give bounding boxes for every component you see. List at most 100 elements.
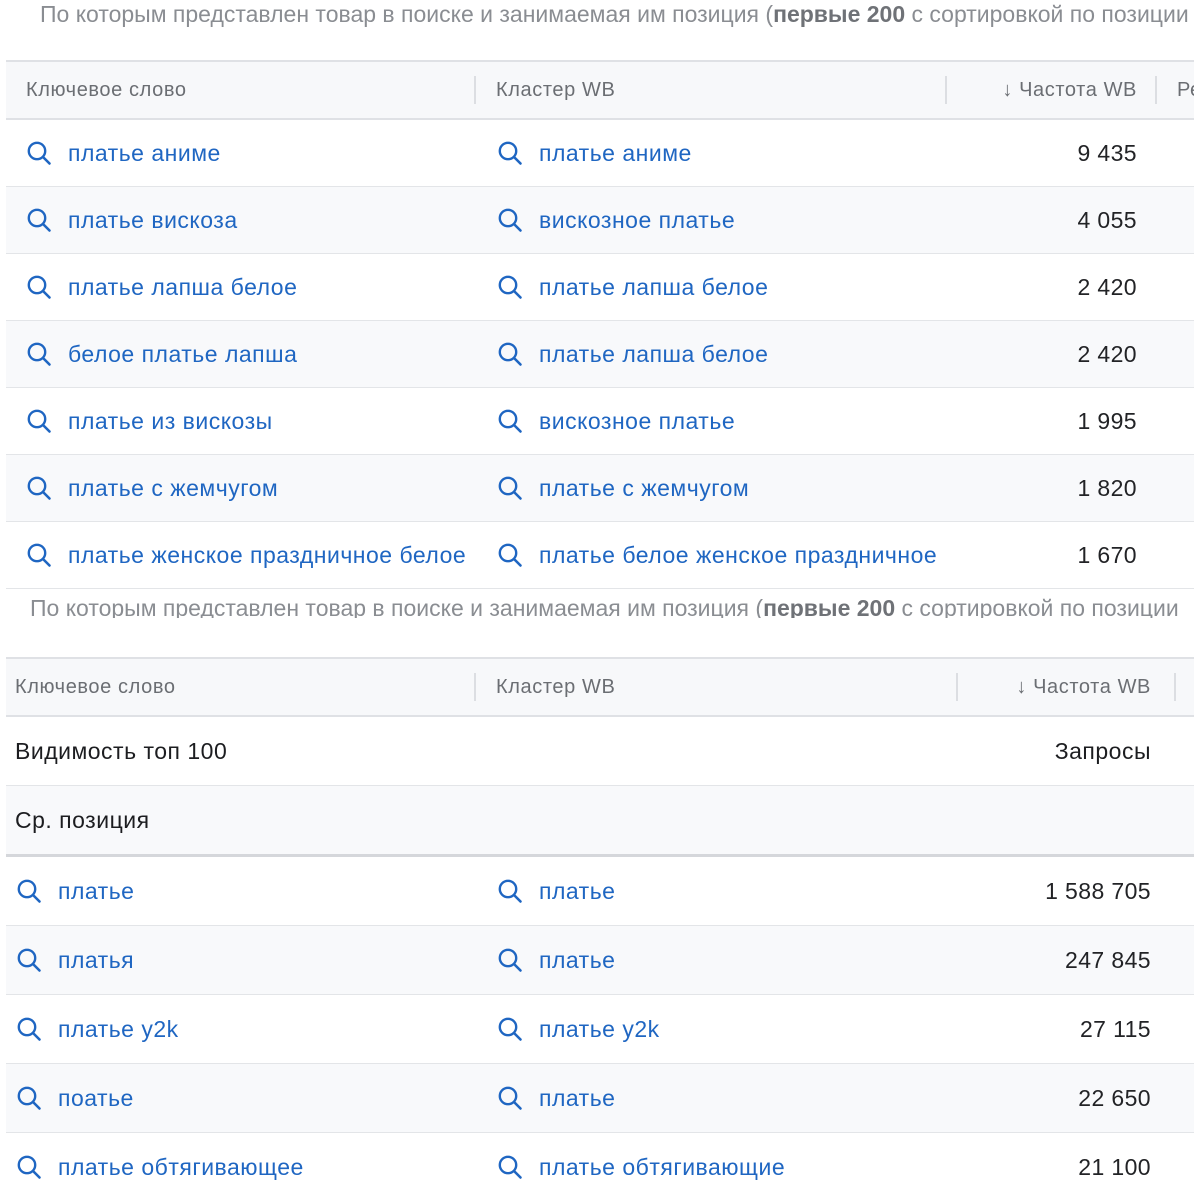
search-icon[interactable] (497, 140, 523, 166)
cluster-link[interactable]: платье с жемчугом (539, 455, 945, 521)
cluster-link[interactable]: вискозное платье (539, 187, 945, 253)
header-keyword[interactable]: Ключевое слово (26, 62, 466, 118)
table-row: платье из вискозы вискозное платье 1 995 (6, 388, 1194, 455)
frequency-value: 22 650 (1078, 1085, 1151, 1111)
header-frequency-sorted[interactable]: ↓ Частота WB (976, 659, 1151, 715)
table-body: платье платье 1 588 705 платья платье 247 845… (6, 857, 1194, 1200)
search-icon[interactable] (26, 207, 52, 233)
search-icon[interactable] (497, 1085, 523, 1111)
search-icon[interactable] (497, 1154, 523, 1180)
search-icon[interactable] (16, 1085, 42, 1111)
header-cluster[interactable]: Кластер WB (496, 62, 936, 118)
frequency-value: 4 055 (1077, 207, 1137, 233)
caption-prefix: По которым представлен товар в поиске и … (40, 1, 774, 27)
frequency-value: 27 115 (1079, 1016, 1151, 1042)
frequency-value: 1 670 (1077, 542, 1137, 568)
frequency-value: 1 995 (1077, 408, 1137, 434)
frequency-value: 1 820 (1077, 475, 1137, 501)
keywords-table-2: Ключевое слово Кластер WB ↓ Частота WB В… (6, 657, 1194, 1200)
requests-label: Запросы (1054, 738, 1151, 764)
search-icon[interactable] (497, 408, 523, 434)
table-row: платье женское праздничное белое платье б… (6, 522, 1194, 589)
search-icon[interactable] (497, 947, 523, 973)
keyword-link[interactable]: поатье (58, 1064, 464, 1132)
cluster-link[interactable]: платье белое женское праздничное (539, 522, 945, 588)
keyword-link[interactable]: платье из вискозы (68, 388, 474, 454)
caption-bold: первые 200 (763, 595, 896, 618)
search-icon[interactable] (26, 274, 52, 300)
search-icon[interactable] (497, 274, 523, 300)
column-separator[interactable] (474, 76, 476, 104)
search-icon[interactable] (16, 1016, 42, 1042)
cluster-link[interactable]: платье аниме (539, 120, 945, 186)
keyword-link[interactable]: платье y2k (58, 995, 464, 1063)
avg-position-label: Ср. позиция (15, 807, 150, 833)
visibility-top100-label: Видимость топ 100 (15, 738, 228, 764)
table-header: Ключевое слово Кластер WB ↓ Частота WB (6, 657, 1194, 717)
table-row: белое платье лапша платье лапша белое 2 42… (6, 321, 1194, 388)
table-row: платье аниме платье аниме 9 435 (6, 120, 1194, 187)
keyword-link[interactable]: платье вискоза (68, 187, 474, 253)
frequency-value: 21 100 (1078, 1154, 1151, 1180)
search-icon[interactable] (26, 341, 52, 367)
table-row: платье платье 1 588 705 (6, 857, 1194, 926)
column-separator[interactable] (945, 76, 947, 104)
table1-caption: По которым представлен товар в поиске и … (40, 0, 1200, 28)
cluster-link[interactable]: платье y2k (539, 995, 945, 1063)
keyword-link[interactable]: платья (58, 926, 464, 994)
search-icon[interactable] (497, 1016, 523, 1042)
summary-visibility-row: Видимость топ 100 Запросы (6, 717, 1194, 786)
search-icon[interactable] (26, 475, 52, 501)
frequency-value: 2 420 (1077, 274, 1137, 300)
cluster-link[interactable]: платье (539, 857, 945, 925)
keyword-link[interactable]: платье женское праздничное белое (68, 522, 474, 588)
column-separator[interactable] (956, 673, 958, 701)
search-icon[interactable] (26, 408, 52, 434)
cluster-link[interactable]: платье (539, 926, 945, 994)
keyword-link[interactable]: платье (58, 857, 464, 925)
header-cluster[interactable]: Кластер WB (496, 659, 936, 715)
frequency-value: 247 845 (1065, 947, 1151, 973)
search-icon[interactable] (16, 1154, 42, 1180)
keyword-link[interactable]: платье обтягивающее (58, 1133, 464, 1200)
search-icon[interactable] (16, 878, 42, 904)
header-next-column[interactable]: Ре (1177, 62, 1194, 118)
cluster-link[interactable]: вискозное платье (539, 388, 945, 454)
header-keyword[interactable]: Ключевое слово (15, 659, 455, 715)
keyword-link[interactable]: белое платье лапша (68, 321, 474, 387)
table-row: платье с жемчугом платье с жемчугом 1 820 (6, 455, 1194, 522)
keywords-table-1: Ключевое слово Кластер WB ↓ Частота WB Р… (6, 60, 1194, 589)
header-frequency-sorted[interactable]: ↓ Частота WB (966, 62, 1137, 118)
keyword-link[interactable]: платье лапша белое (68, 254, 474, 320)
caption-suffix: с сортировкой по позиции (905, 1, 1189, 27)
caption-prefix: По которым представлен товар в поиске и … (30, 595, 764, 618)
column-separator[interactable] (1155, 76, 1157, 104)
table-row: платье лапша белое платье лапша белое 2 42… (6, 254, 1194, 321)
table-row: платье обтягивающее платье обтягивающие 21… (6, 1133, 1194, 1200)
column-separator[interactable] (474, 673, 476, 701)
keyword-link[interactable]: платье аниме (68, 120, 474, 186)
cluster-link[interactable]: платье обтягивающие (539, 1133, 945, 1200)
cluster-link[interactable]: платье лапша белое (539, 321, 945, 387)
cluster-link[interactable]: платье (539, 1064, 945, 1132)
frequency-value: 2 420 (1077, 341, 1137, 367)
frequency-value: 9 435 (1077, 140, 1137, 166)
caption-bold: первые 200 (773, 1, 906, 27)
search-icon[interactable] (497, 542, 523, 568)
table-body: платье аниме платье аниме 9 435 платье виск… (6, 120, 1194, 589)
table-row: платье вискоза вискозное платье 4 055 (6, 187, 1194, 254)
column-separator[interactable] (1174, 673, 1176, 701)
caption-suffix: с сортировкой по позиции (895, 595, 1179, 618)
search-icon[interactable] (497, 878, 523, 904)
search-icon[interactable] (26, 542, 52, 568)
table-row: платье y2k платье y2k 27 115 (6, 995, 1194, 1064)
search-icon[interactable] (497, 475, 523, 501)
cluster-link[interactable]: платье лапша белое (539, 254, 945, 320)
keyword-link[interactable]: платье с жемчугом (68, 455, 474, 521)
search-icon[interactable] (16, 947, 42, 973)
summary-avg-position-row: Ср. позиция (6, 786, 1194, 857)
table-row: платья платье 247 845 (6, 926, 1194, 995)
search-icon[interactable] (497, 207, 523, 233)
search-icon[interactable] (497, 341, 523, 367)
search-icon[interactable] (26, 140, 52, 166)
